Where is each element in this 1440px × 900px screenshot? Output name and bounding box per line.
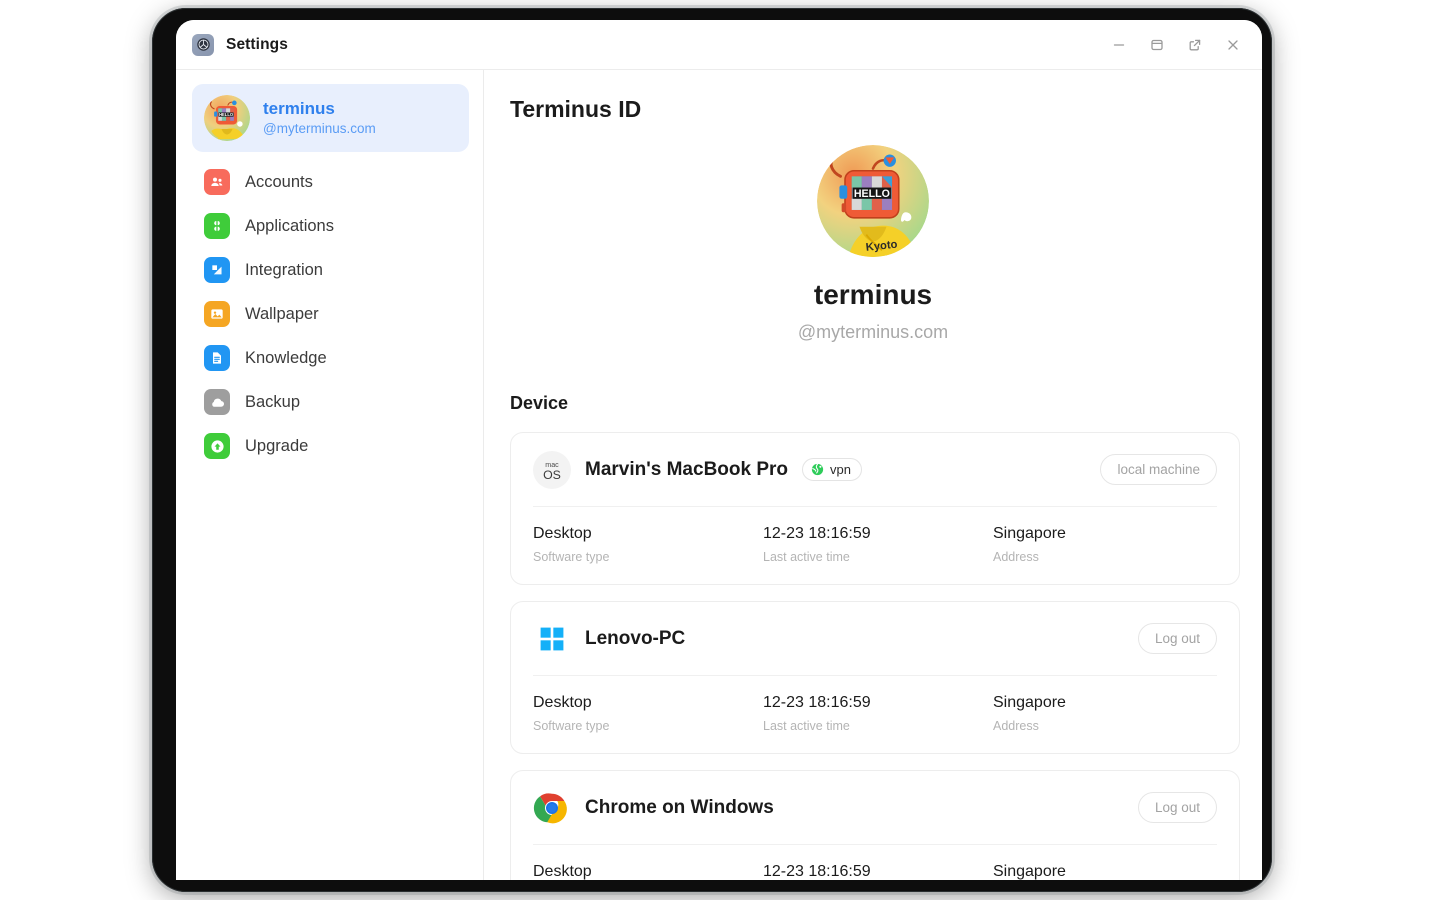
sidebar-item-label: Wallpaper — [245, 304, 319, 323]
sidebar-user-handle: @myterminus.com — [263, 121, 376, 137]
meta-label: Address — [993, 550, 1039, 564]
chrome-icon — [533, 789, 571, 827]
upgrade-icon — [204, 433, 230, 459]
svg-text:HELLO: HELLO — [219, 112, 234, 117]
sidebar-item-label: Accounts — [245, 172, 313, 191]
device-card-meta: Desktop Software type 12-23 18:16:59 Las… — [533, 845, 1217, 880]
device-action-button[interactable]: local machine — [1100, 454, 1217, 485]
vpn-badge[interactable]: vpn — [802, 458, 862, 481]
restore-button[interactable] — [1142, 30, 1172, 60]
popout-button[interactable] — [1180, 30, 1210, 60]
window-controls — [1104, 30, 1248, 60]
integration-icon — [204, 257, 230, 283]
meta-software-type: Desktop Software type — [533, 694, 763, 733]
settings-gear-icon — [192, 33, 214, 56]
meta-value: Singapore — [993, 694, 1066, 711]
sidebar-user-name: terminus — [263, 98, 335, 118]
knowledge-icon — [204, 345, 230, 371]
meta-value: Singapore — [993, 525, 1066, 542]
windows-icon — [533, 620, 571, 658]
minimize-button[interactable] — [1104, 30, 1134, 60]
meta-last-active-time: 12-23 18:16:59 Last active time — [763, 525, 993, 564]
terminus-tv-head-avatar: Kyoto HELLO — [817, 145, 929, 257]
meta-value: Desktop — [533, 525, 592, 542]
meta-value: Desktop — [533, 863, 592, 880]
device-card: mac OS Marvin's MacBook Pro vpn local ma… — [510, 432, 1240, 585]
meta-last-active-time: 12-23 18:16:59 Last active time — [763, 694, 993, 733]
vpn-globe-icon — [810, 462, 825, 477]
wallpaper-icon — [204, 301, 230, 327]
sidebar-item-label: Integration — [245, 260, 323, 279]
meta-value: 12-23 18:16:59 — [763, 694, 871, 711]
profile-handle: @myterminus.com — [797, 322, 949, 342]
svg-text:HELLO: HELLO — [854, 188, 890, 200]
page-title: Terminus ID — [510, 96, 642, 122]
sidebar-nav: Accounts Applications Integration Wallpa… — [192, 160, 469, 468]
terminus-tv-head-avatar: HELLO — [204, 95, 250, 141]
svg-text:OS: OS — [543, 468, 561, 482]
meta-address: Singapore Address — [993, 863, 1223, 880]
close-button[interactable] — [1218, 30, 1248, 60]
backup-cloud-icon — [204, 389, 230, 415]
sidebar-item-label: Backup — [245, 392, 301, 411]
meta-label: Address — [993, 719, 1039, 733]
meta-address: Singapore Address — [993, 694, 1223, 733]
sidebar-item-integration[interactable]: Integration — [192, 248, 469, 292]
meta-last-active-time: 12-23 18:16:59 Last active time — [763, 863, 993, 880]
window-title: Settings — [226, 35, 288, 53]
device-card-meta: Desktop Software type 12-23 18:16:59 Las… — [533, 676, 1217, 753]
sidebar-item-accounts[interactable]: Accounts — [192, 160, 469, 204]
meta-value: Desktop — [533, 694, 592, 711]
meta-value: 12-23 18:16:59 — [763, 525, 871, 542]
applications-icon — [204, 213, 230, 239]
macos-icon: mac OS — [533, 450, 571, 489]
window-body: HELLO terminus @myterminus.com Accounts … — [176, 70, 1262, 880]
accounts-icon — [204, 169, 230, 195]
meta-label: Last active time — [763, 719, 850, 733]
meta-label: Software type — [533, 550, 610, 564]
meta-software-type: Desktop Software type — [533, 525, 763, 564]
sidebar-item-label: Upgrade — [245, 436, 309, 455]
device-name: Marvin's MacBook Pro — [585, 458, 789, 480]
sidebar-item-label: Knowledge — [245, 348, 327, 367]
vpn-badge-label: vpn — [830, 462, 851, 477]
meta-label: Software type — [533, 719, 610, 733]
sidebar-item-applications[interactable]: Applications — [192, 204, 469, 248]
sidebar-item-upgrade[interactable]: Upgrade — [192, 424, 469, 468]
device-list: mac OS Marvin's MacBook Pro vpn local ma… — [510, 432, 1262, 880]
meta-software-type: Desktop Software type — [533, 863, 763, 880]
sidebar-item-wallpaper[interactable]: Wallpaper — [192, 292, 469, 336]
profile-name: terminus — [813, 279, 933, 310]
device-name: Lenovo-PC — [585, 627, 686, 649]
sidebar-user-card[interactable]: HELLO terminus @myterminus.com — [192, 84, 469, 152]
device-action-button[interactable]: Log out — [1137, 792, 1217, 823]
device-section-title: Device — [510, 393, 569, 413]
device-card-meta: Desktop Software type 12-23 18:16:59 Las… — [533, 507, 1217, 584]
meta-label: Last active time — [763, 550, 850, 564]
profile-block: Kyoto HELLO terminus @myterminus.com — [510, 145, 1262, 343]
device-card: Chrome on Windows Log out Desktop Softwa… — [510, 770, 1240, 880]
sidebar-item-label: Applications — [245, 216, 334, 235]
sidebar-item-knowledge[interactable]: Knowledge — [192, 336, 469, 380]
meta-address: Singapore Address — [993, 525, 1223, 564]
device-card: Lenovo-PC Log out Desktop Software type … — [510, 601, 1240, 754]
device-card-header: mac OS Marvin's MacBook Pro vpn local ma… — [533, 433, 1217, 507]
sidebar-item-backup[interactable]: Backup — [192, 380, 469, 424]
sidebar: HELLO terminus @myterminus.com Accounts … — [176, 70, 484, 880]
settings-window: Settings HELLO terminus @myterminus.com … — [176, 20, 1262, 880]
meta-value: 12-23 18:16:59 — [763, 863, 871, 880]
window-titlebar: Settings — [176, 20, 1262, 70]
device-name: Chrome on Windows — [585, 796, 774, 818]
device-card-header: Lenovo-PC Log out — [533, 602, 1217, 676]
device-action-button[interactable]: Log out — [1137, 623, 1217, 654]
main-content: Terminus ID Kyoto HELLO terminus @myterm… — [484, 70, 1262, 880]
meta-value: Singapore — [993, 863, 1066, 880]
device-card-header: Chrome on Windows Log out — [533, 771, 1217, 845]
